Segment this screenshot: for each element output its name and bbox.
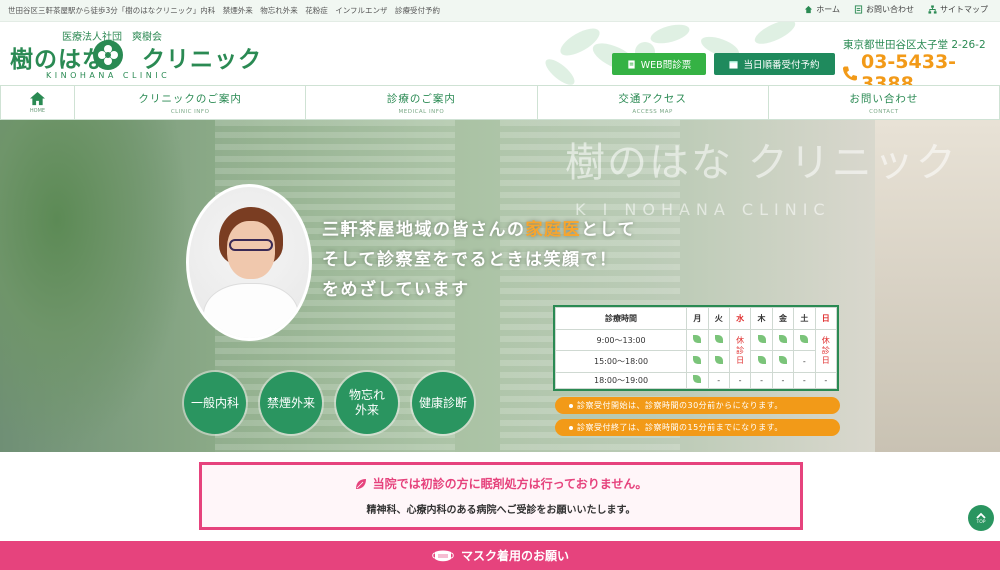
- hours-row: 9:00～13:00 休診日 休診日: [554, 328, 838, 373]
- mask-icon: [432, 550, 454, 561]
- leaf-icon: [355, 478, 366, 489]
- calendar-icon: [729, 60, 739, 69]
- leaf-icon: [714, 335, 723, 344]
- open-cell: [793, 328, 816, 352]
- hero-catchphrase: 三軒茶屋地域の皆さんの家庭医として そして診察室をでるときは笑顔で！ をめざして…: [322, 220, 636, 300]
- service-circles: 一般内科 禁煙外来 物忘れ 外来 健康診断: [184, 372, 474, 434]
- open-cell: [771, 350, 795, 373]
- hours-header-sat: 土: [793, 307, 816, 330]
- leaf-icon: [757, 356, 766, 365]
- closed-day-cell: 休診日: [814, 329, 838, 373]
- unavailable-cell: -: [707, 371, 730, 390]
- hours-time-cell: 15:00～18:00: [554, 350, 688, 373]
- closed-day-cell: 休診日: [728, 329, 752, 373]
- phone-icon: [842, 66, 857, 80]
- utility-sitemap-link[interactable]: サイトマップ: [928, 4, 988, 15]
- open-cell: [771, 328, 795, 352]
- hours-row: 15:00～18:00 -: [554, 350, 837, 373]
- nav-medical-info[interactable]: 診療のご案内 MEDICAL INFO: [306, 86, 538, 119]
- notice-body: 精神科、心療内科のある病院へご受診をお願いいたします。: [366, 505, 636, 516]
- hero-window-sign: 樹のはな クリニック: [565, 140, 958, 186]
- doctor-photo: [186, 184, 312, 341]
- unavailable-cell: -: [793, 371, 816, 390]
- leaf-icon: [714, 356, 723, 365]
- clinic-address: 東京都世田谷区太子堂 2-26-2: [843, 39, 986, 51]
- reception-end-notice: 診察受付終了は、診察時間の15分前までになります。: [555, 419, 840, 436]
- chevron-up-icon: [976, 512, 986, 519]
- hours-header-sun: 日: [814, 307, 838, 330]
- back-to-top-button[interactable]: TOP: [968, 505, 994, 531]
- leaf-icon: [693, 375, 702, 384]
- sitemap-icon: [928, 5, 937, 14]
- document-icon: [854, 5, 863, 14]
- leaf-icon: [693, 356, 702, 365]
- hours-header-thu: 木: [750, 307, 773, 330]
- unavailable-cell: -: [793, 350, 816, 373]
- hero-section: 樹のはな クリニック K I NOHANA CLINIC 三軒茶屋地域の皆さんの…: [0, 120, 1000, 452]
- hours-header-mon: 月: [686, 307, 709, 330]
- global-nav: HOME クリニックのご案内 CLINIC INFO 診療のご案内 MEDICA…: [0, 85, 1000, 120]
- unavailable-cell: -: [750, 371, 773, 390]
- bullet-icon: [569, 403, 573, 408]
- hours-time-cell: 9:00～13:00: [554, 328, 688, 352]
- open-cell: [686, 328, 709, 352]
- nav-contact[interactable]: お問い合わせ CONTACT: [769, 86, 1000, 119]
- service-forgetfulness-clinic[interactable]: 物忘れ 外来: [336, 372, 398, 434]
- leaf-icon: [778, 356, 787, 365]
- hours-time-cell: 18:00～19:00: [554, 371, 688, 390]
- hero-tree-background: [0, 120, 190, 452]
- utility-contact-link[interactable]: お問い合わせ: [854, 4, 914, 15]
- site-logo[interactable]: 樹のはな クリニック: [10, 40, 262, 74]
- hours-header-tue: 火: [707, 307, 730, 330]
- unavailable-cell: -: [771, 371, 795, 390]
- home-icon: [805, 5, 813, 14]
- leaf-icon: [693, 335, 702, 344]
- unavailable-cell: -: [728, 371, 752, 390]
- hours-header-wed: 水: [728, 307, 752, 330]
- notice-title: 当院では初診の方に眠剤処方は行っておりません。: [372, 477, 648, 491]
- open-cell: [686, 371, 709, 390]
- open-cell: [707, 350, 730, 373]
- document-icon: [628, 59, 635, 69]
- logo-english: KINOHANA CLINIC: [46, 71, 171, 80]
- utility-home-link[interactable]: ホーム: [804, 4, 840, 15]
- hours-row: 18:00～19:00- - - - - -: [554, 371, 838, 390]
- service-smoking-cessation[interactable]: 禁煙外来: [260, 372, 322, 434]
- hours-header-fri: 金: [771, 307, 795, 330]
- leaf-icon: [800, 335, 809, 344]
- bullet-icon: [569, 425, 573, 430]
- hours-header-time: 診療時間: [554, 307, 688, 330]
- web-questionnaire-button[interactable]: WEB問診票: [612, 53, 706, 75]
- service-health-checkup[interactable]: 健康診断: [412, 372, 474, 434]
- nav-clinic-info[interactable]: クリニックのご案内 CLINIC INFO: [75, 86, 307, 119]
- open-cell: [686, 350, 709, 373]
- utility-nav: ホーム お問い合わせ サイトマップ: [804, 4, 988, 15]
- sleeping-pill-notice: 当院では初診の方に眠剤処方は行っておりません。 精神科、心療内科のある病院へご受…: [199, 462, 803, 530]
- top-strip: 世田谷区三軒茶屋駅から徒歩3分「樹のはなクリニック」内科 禁煙外来 物忘れ外来 …: [0, 0, 1000, 22]
- logo-flower-icon: [93, 40, 123, 70]
- nav-home[interactable]: HOME: [0, 86, 75, 119]
- consultation-hours-table: 診療時間 月 火 水 木 金 土 日 9:00～13:00 休診日休診日 15:00…: [553, 305, 839, 391]
- open-cell: [750, 328, 773, 352]
- nav-access-map[interactable]: 交通アクセス ACCESS MAP: [538, 86, 769, 119]
- home-icon: [30, 91, 45, 106]
- leaf-icon: [757, 335, 766, 344]
- mask-request-banner[interactable]: マスク着用のお願い: [0, 541, 1000, 570]
- reception-start-notice: 診察受付開始は、診察時間の30分前からになります。: [555, 397, 840, 414]
- same-day-reservation-button[interactable]: 当日順番受付予約: [714, 53, 835, 75]
- unavailable-cell: -: [814, 371, 838, 390]
- site-header: 医療法人社団 爽樹会 樹のはな クリニック KINOHANA CLINIC WEB…: [0, 22, 1000, 95]
- site-tagline: 世田谷区三軒茶屋駅から徒歩3分「樹のはなクリニック」内科 禁煙外来 物忘れ外来 …: [8, 6, 441, 15]
- leaf-icon: [778, 335, 787, 344]
- service-general-internal-medicine[interactable]: 一般内科: [184, 372, 246, 434]
- open-cell: [750, 350, 773, 373]
- open-cell: [707, 328, 730, 352]
